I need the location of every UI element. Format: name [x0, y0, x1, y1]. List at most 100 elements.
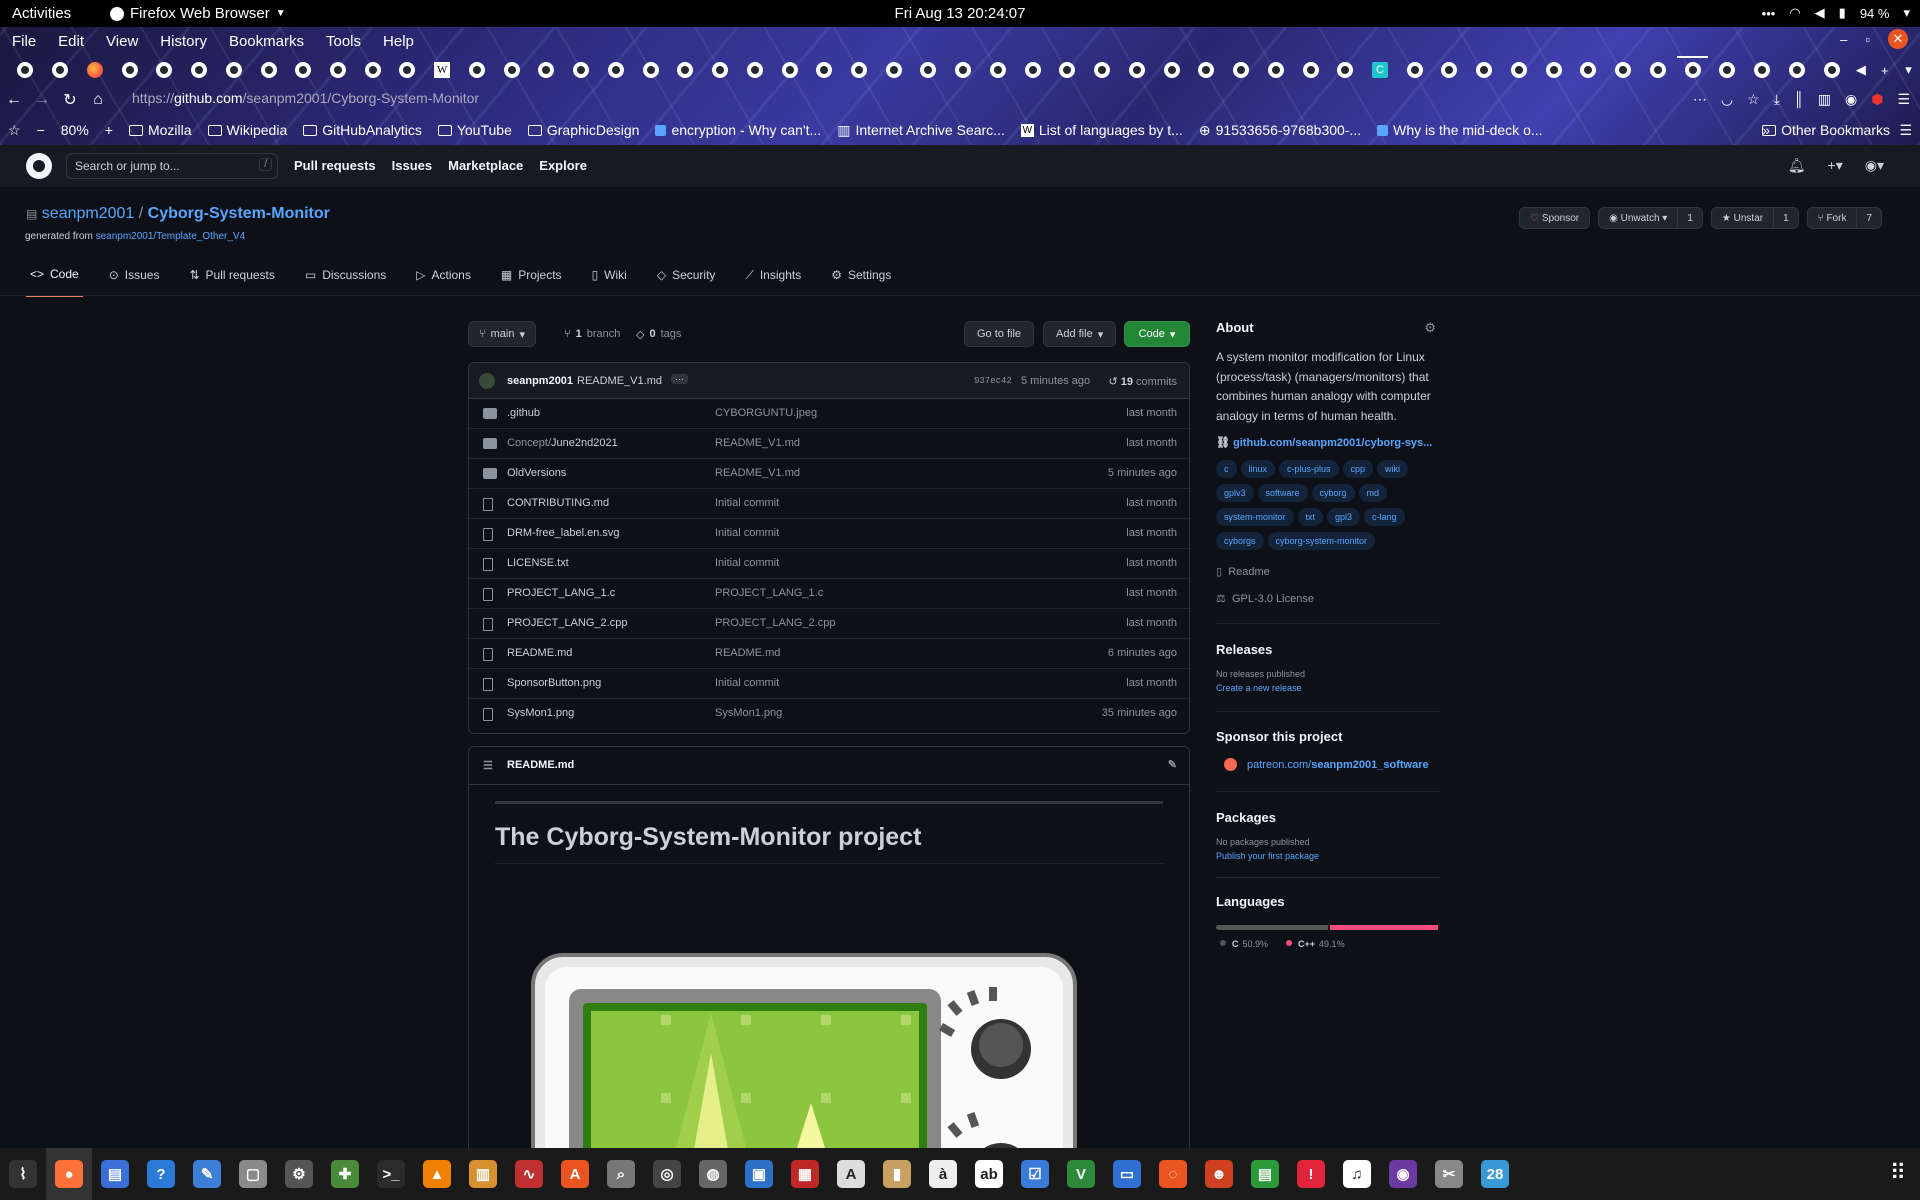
page-actions-icon[interactable]: ⋯	[1693, 91, 1707, 108]
bookmark-item[interactable]: ▥ Internet Archive Searc...	[837, 122, 1005, 139]
file-commit-message[interactable]: SysMon1.png	[715, 707, 782, 719]
dock-item[interactable]: ▮	[874, 1148, 920, 1200]
file-name[interactable]: LICENSE.txt	[507, 557, 569, 569]
browser-tab[interactable]	[355, 56, 390, 84]
reload-icon[interactable]: ↻	[56, 90, 84, 110]
tabs-scroll-left-icon[interactable]: ◀	[1849, 62, 1873, 78]
topic-tag[interactable]: txt	[1297, 508, 1324, 526]
pocket-icon[interactable]: ◡	[1721, 91, 1733, 108]
browser-tab[interactable]	[43, 56, 78, 84]
dock-item[interactable]: ⌇	[0, 1148, 46, 1200]
dock-item[interactable]: ⚙	[276, 1148, 322, 1200]
list-icon[interactable]: ☰	[483, 759, 493, 772]
dock-item[interactable]: ✎	[184, 1148, 230, 1200]
browser-tab[interactable]	[390, 56, 425, 84]
topic-tag[interactable]: software	[1257, 484, 1308, 502]
file-name[interactable]: CONTRIBUTING.md	[507, 497, 609, 509]
browser-tab[interactable]	[911, 56, 946, 84]
forward-icon[interactable]: →	[28, 91, 56, 109]
browser-tab[interactable]	[1641, 56, 1676, 84]
menu-bookmarks[interactable]: Bookmarks	[229, 33, 304, 50]
browser-tab[interactable]	[703, 56, 738, 84]
topic-tag[interactable]: cyborgs	[1216, 532, 1264, 550]
fork-button[interactable]: ⑂ Fork 7	[1806, 207, 1882, 229]
nav-issues[interactable]: Issues	[392, 158, 432, 173]
create-release-link[interactable]: Create a new release	[1216, 683, 1440, 693]
github-logo-icon[interactable]	[26, 153, 52, 179]
file-row[interactable]: PROJECT_LANG_1.c PROJECT_LANG_1.c last mon…	[469, 579, 1189, 609]
packages-heading[interactable]: Packages	[1216, 810, 1440, 825]
tab-discussions[interactable]: ▭ Discussions	[301, 263, 390, 297]
topic-tag[interactable]: gplv3	[1216, 484, 1254, 502]
browser-tab[interactable]	[77, 56, 112, 84]
dock-item[interactable]: ☑	[1012, 1148, 1058, 1200]
browser-tab[interactable]	[460, 56, 495, 84]
browser-tab[interactable]	[1015, 56, 1050, 84]
file-commit-message[interactable]: README_V1.md	[715, 437, 800, 449]
menu-help[interactable]: Help	[383, 33, 414, 50]
tab-insights[interactable]: ⟋ Insights	[741, 263, 805, 297]
browser-tab[interactable]	[8, 56, 43, 84]
file-row[interactable]: Concept/June2nd2021 README_V1.md last mont…	[469, 429, 1189, 459]
browser-tab[interactable]	[147, 56, 182, 84]
file-row[interactable]: SponsorButton.png Initial commit last mont…	[469, 669, 1189, 699]
other-bookmarks[interactable]: Other Bookmarks	[1762, 122, 1890, 138]
file-name[interactable]: Concept/June2nd2021	[507, 437, 618, 449]
download-icon[interactable]: ⤓	[1774, 91, 1780, 108]
commit-sha[interactable]: 937ec42	[974, 376, 1012, 386]
license-link[interactable]: ⚖ GPL-3.0 License	[1216, 592, 1440, 605]
go-to-file-button[interactable]: Go to file	[964, 321, 1035, 347]
browser-tab[interactable]	[1502, 56, 1537, 84]
library-icon[interactable]: ║	[1794, 91, 1804, 108]
browser-tab[interactable]	[946, 56, 981, 84]
browser-tab[interactable]: W	[425, 56, 460, 84]
browser-tab[interactable]	[772, 56, 807, 84]
hamburger-menu-icon[interactable]: ☰	[1897, 91, 1910, 108]
file-commit-message[interactable]: PROJECT_LANG_1.c	[715, 587, 823, 599]
nav-explore[interactable]: Explore	[539, 158, 587, 173]
dock-item[interactable]: ⌕	[598, 1148, 644, 1200]
notification-bell-icon[interactable]: 🔔︎	[1788, 157, 1806, 174]
zoom-level[interactable]: 80%	[61, 122, 89, 138]
tabs-list-icon[interactable]: ▾	[1897, 62, 1920, 78]
language-item[interactable]: C 50.9%	[1216, 939, 1268, 949]
dock-item[interactable]: ∿	[506, 1148, 552, 1200]
home-icon[interactable]: ⌂	[84, 91, 112, 109]
bookmark-item[interactable]: YouTube	[437, 122, 512, 139]
dock-item[interactable]: ✚	[322, 1148, 368, 1200]
star-count[interactable]: 1	[1773, 208, 1798, 228]
file-commit-message[interactable]: CYBORGUNTU.jpeg	[715, 407, 817, 419]
watch-count[interactable]: 1	[1677, 208, 1702, 228]
browser-tab[interactable]	[321, 56, 356, 84]
browser-tab[interactable]	[1710, 56, 1745, 84]
bookmark-star-small-icon[interactable]: ☆	[8, 122, 21, 139]
dock-item[interactable]: ▣	[736, 1148, 782, 1200]
browser-tab[interactable]	[1432, 56, 1467, 84]
browser-tab[interactable]	[668, 56, 703, 84]
tab-settings[interactable]: ⚙ Settings	[827, 263, 895, 297]
commit-expand-button[interactable]: ···	[671, 374, 688, 384]
create-new-icon[interactable]: +▾	[1828, 157, 1843, 174]
readme-link[interactable]: ▯ Readme	[1216, 565, 1440, 578]
dock-item[interactable]: ◉	[1380, 1148, 1426, 1200]
sidebar-icon[interactable]: ▥	[1818, 91, 1831, 108]
close-icon[interactable]: ✕	[1888, 29, 1908, 49]
file-commit-message[interactable]: Initial commit	[715, 557, 779, 569]
menu-history[interactable]: History	[160, 33, 207, 50]
topic-tag[interactable]: gpl3	[1327, 508, 1361, 526]
show-applications-icon[interactable]: ⠿	[1890, 1160, 1906, 1186]
menu-edit[interactable]: Edit	[58, 33, 84, 50]
dock-item[interactable]: ▤	[92, 1148, 138, 1200]
file-commit-message[interactable]: Initial commit	[715, 497, 779, 509]
minimize-icon[interactable]: –	[1840, 32, 1847, 47]
browser-tab[interactable]	[1189, 56, 1224, 84]
sponsor-button[interactable]: ♡ Sponsor	[1519, 207, 1591, 229]
dock-item[interactable]: A	[828, 1148, 874, 1200]
file-row[interactable]: SysMon1.png SysMon1.png 35 minutes ago	[469, 699, 1189, 729]
bookmark-item[interactable]: encryption - Why can't...	[655, 122, 821, 139]
tab-code[interactable]: <> Code	[26, 263, 83, 297]
bookmark-item[interactable]: Wikipedia	[207, 122, 287, 139]
topic-tag[interactable]: system-monitor	[1216, 508, 1294, 526]
code-button[interactable]: Code ▾	[1124, 321, 1190, 347]
search-input[interactable]: Search or jump to... /	[66, 153, 278, 179]
